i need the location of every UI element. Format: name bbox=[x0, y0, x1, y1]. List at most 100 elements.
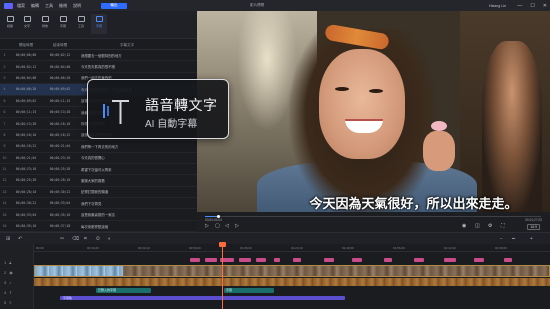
timeline-marker[interactable] bbox=[239, 258, 251, 262]
speech-to-text-icon bbox=[103, 100, 129, 124]
timeline-marker[interactable] bbox=[474, 258, 484, 262]
subtitle-row[interactable]: 1 00;00;00;00 00;00;02;12 我想要去一個很特別的地方 bbox=[0, 50, 197, 62]
header-end-time[interactable]: 結束時間 bbox=[43, 43, 77, 48]
maximize-icon[interactable]: ☐ bbox=[530, 3, 534, 9]
color-icon[interactable]: ◐ bbox=[108, 236, 111, 242]
header-subtitle-text[interactable]: 字幕文字 bbox=[77, 43, 177, 48]
timeline-tracks[interactable]: 已匯入的字幕 字幕 字幕軌 bbox=[34, 252, 550, 309]
preview-caption: 今天因為天氣很好，所以出來走走。 bbox=[309, 196, 518, 211]
speed-icon[interactable]: ⏲ bbox=[96, 236, 100, 242]
timeline-marker[interactable] bbox=[352, 258, 362, 262]
timeline-marker[interactable] bbox=[205, 258, 217, 262]
snapshot-icon[interactable]: ◫ bbox=[475, 223, 480, 229]
undo-icon[interactable]: ↶ bbox=[18, 236, 22, 242]
track-header-3[interactable]: 3 ♪ bbox=[0, 278, 34, 286]
aspect-ratio-selector[interactable]: 16:9 bbox=[527, 224, 540, 230]
zoom-out-icon[interactable]: − bbox=[500, 236, 503, 242]
track-header-2[interactable]: 2 ◉ bbox=[0, 268, 34, 276]
track-header-4[interactable]: 4T bbox=[0, 288, 34, 296]
minimize-icon[interactable]: — bbox=[517, 3, 522, 9]
row-text[interactable]: 我想要去一個很特別的地方 bbox=[77, 53, 187, 58]
subtitle-row[interactable]: 12 00;00;25;28 00;00;28;10 謝謝大家的觀看 bbox=[0, 175, 197, 187]
menu-file[interactable]: 檔案 bbox=[17, 3, 25, 9]
subtitle-row[interactable]: 14 00;00;30;22 00;00;33;04 我們下次再見 bbox=[0, 198, 197, 210]
row-text[interactable]: 今天真的很開心 bbox=[77, 155, 187, 160]
timeline-marker[interactable] bbox=[256, 258, 266, 262]
subtitle-row[interactable]: 15 00;00;33;04 00;00;35;16 這是我最喜歡的一家店 bbox=[0, 209, 197, 221]
split-icon[interactable]: ✂ bbox=[60, 236, 64, 242]
crop-icon[interactable]: ⌗ bbox=[84, 236, 87, 242]
header-start-time[interactable]: 開始時間 bbox=[9, 43, 43, 48]
row-text[interactable]: 記得訂閱我的頻道 bbox=[77, 189, 187, 194]
row-text[interactable]: 今天的天氣真的很不錯 bbox=[77, 64, 187, 69]
row-text[interactable]: 謝謝大家的觀看 bbox=[77, 178, 187, 183]
row-text[interactable]: 這是我最喜歡的一家店 bbox=[77, 212, 187, 217]
timeline-marker[interactable] bbox=[293, 258, 301, 262]
seek-bar[interactable] bbox=[205, 214, 541, 218]
timeline-marker[interactable] bbox=[444, 258, 456, 262]
delete-icon[interactable]: ⌫ bbox=[72, 236, 79, 242]
audio-icon[interactable]: ♪ bbox=[9, 280, 11, 285]
timeline-marker[interactable] bbox=[324, 258, 334, 262]
add-track-icon[interactable]: ⊞ bbox=[6, 236, 10, 242]
subtitle-row[interactable]: 9 00;00;18;22 00;00;21;04 我們等一下再去別的地方 bbox=[0, 141, 197, 153]
eye-icon[interactable]: ◉ bbox=[9, 270, 13, 275]
tool-utilities[interactable]: 工具 bbox=[73, 14, 89, 34]
subtitle-row[interactable]: 16 00;00;35;16 00;00;37;28 每次來都會點這個 bbox=[0, 221, 197, 233]
tool-text[interactable]: 文字 bbox=[19, 14, 35, 34]
subtitle-row[interactable]: 11 00;00;23;16 00;00;25;28 希望下次還可以再來 bbox=[0, 164, 197, 176]
menu-tools[interactable]: 工具 bbox=[45, 3, 53, 9]
play-icon[interactable]: ▷ bbox=[205, 223, 209, 229]
row-start-time: 00;00;21;04 bbox=[15, 155, 37, 160]
playhead[interactable] bbox=[222, 244, 223, 309]
next-frame-icon[interactable]: ▷ bbox=[235, 223, 239, 229]
close-icon[interactable]: ✕ bbox=[543, 3, 547, 9]
fullscreen-icon[interactable]: ⛶ bbox=[501, 223, 505, 229]
menu-view[interactable]: 檢視 bbox=[59, 3, 67, 9]
tool-media[interactable]: 媒體 bbox=[2, 14, 18, 34]
caption-clip[interactable]: 已匯入的字幕 bbox=[96, 288, 151, 293]
subtitle-row[interactable]: 13 00;00;28;10 00;00;30;22 記得訂閱我的頻道 bbox=[0, 187, 197, 199]
track-header-5[interactable]: 5 ≡ bbox=[0, 298, 34, 306]
stop-icon[interactable]: ▢ bbox=[215, 223, 220, 229]
tool-captions-active[interactable]: 字幕 bbox=[91, 14, 107, 34]
tool-subtitle[interactable]: 字幕 bbox=[55, 14, 71, 34]
zoom-slider-icon[interactable]: ━ bbox=[512, 236, 515, 242]
row-text[interactable]: 每次來都會點這個 bbox=[77, 224, 187, 229]
overlay-clip[interactable] bbox=[34, 278, 550, 286]
video-preview[interactable]: 今天因為天氣很好，所以出來走走。 bbox=[197, 11, 550, 212]
lock-icon[interactable]: 🔒︎ bbox=[9, 260, 11, 265]
row-start-time: 00;00;30;22 bbox=[15, 201, 37, 206]
export-button[interactable]: 輸出 bbox=[101, 2, 127, 9]
left-toolbar: 媒體 文字 特效 字幕 工具 字幕 ⇅ ⇆ ✎ ☰ T 語音轉文字 bbox=[0, 11, 197, 49]
subtitle-row[interactable]: 10 00;00;21;04 00;00;23;16 今天真的很開心 bbox=[0, 153, 197, 164]
row-end-time: 00;00;16;10 bbox=[49, 121, 71, 126]
text-track-icon[interactable]: T bbox=[9, 290, 11, 295]
video-clip[interactable] bbox=[34, 265, 550, 277]
tool-effects[interactable]: 特效 bbox=[37, 14, 53, 34]
row-text[interactable]: 希望下次還可以再來 bbox=[77, 167, 187, 172]
track-header-1[interactable]: 1 🔒︎ bbox=[0, 258, 34, 266]
row-start-time: 00;00;00;00 bbox=[15, 53, 37, 58]
settings-icon[interactable]: ⚙ bbox=[488, 223, 492, 229]
user-name[interactable]: Hsiang Lin bbox=[489, 4, 506, 8]
timeline-ruler[interactable]: 00;00 00;16;20 00;33;10 00;50;00 01;06;20 01;… bbox=[34, 244, 550, 252]
row-end-time: 00;00;09;02 bbox=[49, 87, 71, 92]
volume-icon[interactable]: ◉ bbox=[462, 223, 466, 229]
menu-edit[interactable]: 編輯 bbox=[31, 3, 39, 9]
caption-clip[interactable]: 字幕 bbox=[224, 288, 274, 293]
timeline-marker[interactable] bbox=[504, 258, 512, 262]
row-text[interactable]: 我們下次再見 bbox=[77, 201, 187, 206]
timeline-marker[interactable] bbox=[190, 258, 200, 262]
prev-frame-icon[interactable]: ◁ bbox=[225, 223, 229, 229]
subtitle-track-clip[interactable]: 字幕軌 bbox=[60, 296, 345, 300]
menu-help[interactable]: 說明 bbox=[73, 3, 81, 9]
timeline-marker[interactable] bbox=[414, 258, 424, 262]
timeline-marker[interactable] bbox=[274, 258, 280, 262]
timeline-marker[interactable] bbox=[384, 258, 392, 262]
zoom-in-icon[interactable]: + bbox=[530, 236, 533, 242]
subtitle-row[interactable]: 2 00;00;02;12 00;00;04;08 今天的天氣真的很不錯 bbox=[0, 61, 197, 73]
row-text[interactable]: 我們等一下再去別的地方 bbox=[77, 144, 187, 149]
subtitle-track-icon[interactable]: ≡ bbox=[9, 300, 11, 305]
video-clip-intro[interactable] bbox=[35, 266, 123, 276]
